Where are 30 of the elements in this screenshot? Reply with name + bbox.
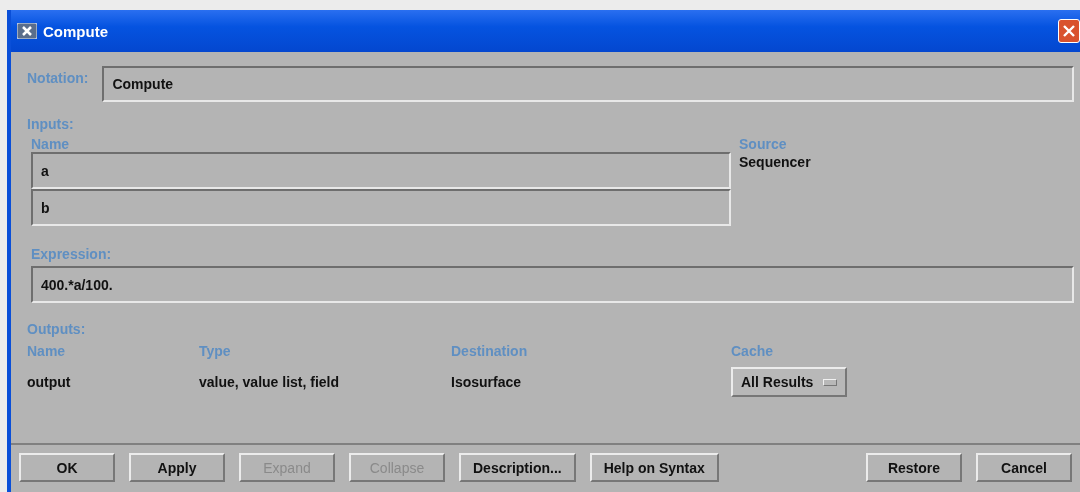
column-header: Name	[27, 343, 67, 359]
section-label: Expression:	[31, 246, 113, 262]
close-icon	[1062, 24, 1076, 38]
column-header: Type	[199, 343, 232, 359]
column-header: Cache	[731, 343, 775, 359]
input-source: Sequencer	[739, 154, 811, 170]
column-header: Name	[31, 136, 71, 152]
field-label: Notation:	[27, 69, 89, 86]
expression-field[interactable]: 400.*a/100.	[31, 266, 1074, 303]
output-name: output	[27, 374, 72, 390]
dialog-button[interactable]: Description...	[459, 453, 576, 482]
close-button[interactable]	[1058, 19, 1080, 43]
dialog-button[interactable]: Cancel	[976, 453, 1072, 482]
dialog-button[interactable]: OK	[19, 453, 115, 482]
window-title: Compute	[43, 22, 108, 40]
section-label: Outputs:	[27, 321, 87, 337]
section-label: Inputs:	[27, 116, 75, 132]
cache-dropdown[interactable]: All Results	[731, 367, 848, 397]
dialog-button[interactable]: Help on Syntax	[589, 453, 719, 482]
dialog-button[interactable]: Apply	[129, 453, 225, 482]
dialog-button[interactable]: Restore	[866, 453, 962, 482]
input-name-field[interactable]: b	[31, 189, 731, 226]
column-header: Source	[739, 136, 788, 152]
notation-field[interactable]: Compute	[102, 66, 1074, 102]
output-type: value, value list, field	[199, 374, 341, 390]
output-destination: Isosurface	[451, 374, 523, 390]
input-name-field[interactable]: a	[31, 152, 731, 189]
app-icon	[17, 23, 37, 39]
option-menu-icon	[823, 378, 838, 386]
column-header: Destination	[451, 343, 529, 359]
